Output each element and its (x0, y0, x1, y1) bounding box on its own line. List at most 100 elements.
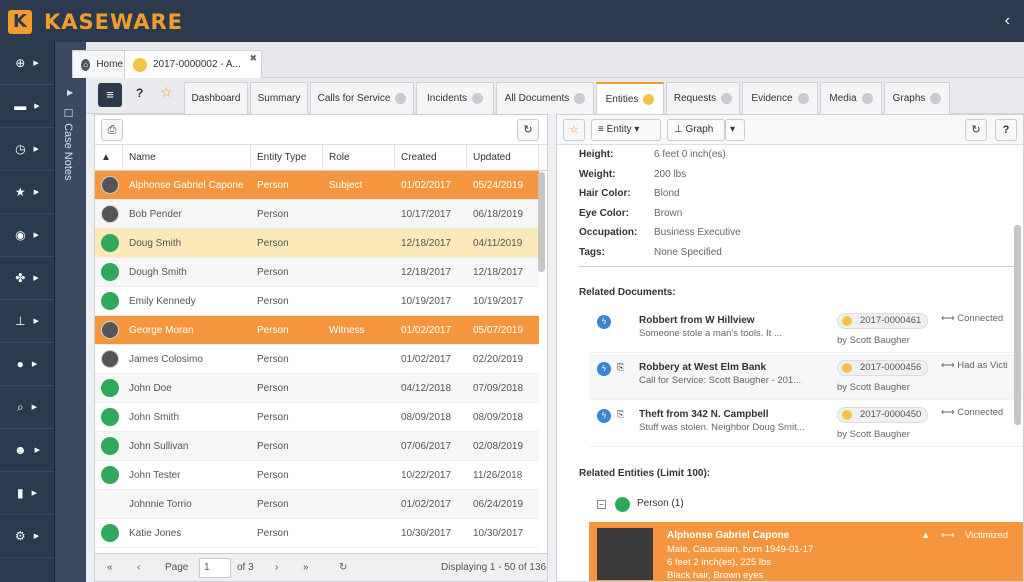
refresh-button[interactable]: ↻ (965, 119, 987, 141)
nav-map[interactable]: ● ▶ (0, 343, 54, 386)
first-page-icon[interactable]: « (107, 562, 113, 573)
scrollbar[interactable] (1014, 225, 1021, 425)
page-input[interactable]: 1 (199, 558, 231, 578)
refresh-icon[interactable]: ↻ (339, 562, 347, 573)
nav-feeds[interactable]: ◉ ▶ (0, 214, 54, 257)
print-button[interactable]: ⎙ (101, 119, 123, 141)
table-row[interactable]: George Moran Person Witness 01/02/2017 05/07… (95, 316, 539, 345)
tab-media[interactable]: Media (820, 82, 882, 114)
cell-name: George Moran (129, 325, 194, 336)
table-row[interactable]: James Colosimo Person 01/02/2017 02/20/2019 (95, 345, 539, 374)
case-notes-panel[interactable]: ▶ ☐ Case Notes (54, 42, 86, 582)
table-row[interactable]: Bob Pender Person 10/17/2017 06/18/2019 (95, 200, 539, 229)
entity-dropdown[interactable]: ≡ Entity ▾ (591, 119, 661, 141)
tab-requests[interactable]: Requests (666, 82, 740, 114)
menu-button[interactable]: ≡ (98, 83, 122, 107)
tab-calls-for-service[interactable]: Calls for Service (310, 82, 414, 114)
graph-dropdown[interactable]: ▾ (725, 119, 745, 141)
col-created[interactable]: Created (395, 145, 467, 171)
next-page-icon[interactable]: › (275, 562, 278, 573)
cell-role: Witness (329, 325, 365, 336)
tab-all-documents[interactable]: All Documents (496, 82, 594, 114)
nav-plus[interactable]: ⊕ ▶ (0, 42, 54, 85)
table-row[interactable]: Johnnie Torrio Person 01/02/2017 06/24/2019 (95, 490, 539, 519)
col-role[interactable]: Role (323, 145, 395, 171)
cell-type: Person (257, 296, 289, 307)
related-document[interactable]: ϟ ⎘ Theft from 342 N. Campbell Stuff was st… (589, 401, 1023, 447)
tab-summary[interactable]: Summary (250, 82, 308, 114)
tab-entities[interactable]: Entities (596, 82, 664, 114)
nav-cases[interactable]: ▬ ▶ (0, 85, 54, 128)
cell-updated: 04/11/2019 (473, 238, 523, 249)
col-name[interactable]: Name (123, 145, 251, 171)
doc-title[interactable]: Robbert from W Hillview (639, 315, 755, 326)
table-row[interactable]: Katie Jones Person 10/30/2017 10/30/2017 (95, 519, 539, 548)
doc-title[interactable]: Theft from 342 N. Campbell (639, 409, 768, 420)
nav-users[interactable]: ☻ ▶ (0, 429, 54, 472)
table-row[interactable]: Doug Smith Person 12/18/2017 04/11/2019 (95, 229, 539, 258)
tab-label: Summary (257, 93, 301, 104)
col-updated[interactable]: Updated (467, 145, 539, 171)
tab-evidence[interactable]: Evidence (742, 82, 818, 114)
tab-graphs[interactable]: Graphs (884, 82, 950, 114)
count-badge (797, 93, 809, 104)
cell-role: Subject (329, 180, 363, 191)
help-icon[interactable]: ? (136, 86, 143, 100)
nav-reports[interactable]: ▮ ▶ (0, 472, 54, 515)
prev-page-icon[interactable]: ‹ (137, 562, 140, 573)
collapse-group-icon[interactable]: − (597, 500, 606, 509)
table-row[interactable]: Alphonse Gabriel Capone Person Subject 01/0… (95, 171, 539, 200)
doc-number-badge[interactable]: 2017-0000450 (837, 407, 929, 423)
table-row[interactable]: John Smith Person 08/09/2018 08/09/2018 (95, 403, 539, 432)
cell-created: 08/09/2018 (401, 412, 452, 423)
globe-icon: ● (16, 357, 24, 371)
doc-title[interactable]: Robbery at West Elm Bank (639, 362, 766, 373)
table-row[interactable]: John Tester Person 10/22/2017 11/26/2018 (95, 461, 539, 490)
nav-favorites[interactable]: ★ ▶ (0, 171, 54, 214)
print-icon: ⎙ (107, 124, 117, 136)
podcast-icon: ◉ (15, 228, 26, 242)
caret-right-icon: ▶ (34, 447, 41, 454)
table-row[interactable]: John Sullivan Person 07/06/2017 02/08/2019 (95, 432, 539, 461)
table-row[interactable]: Dough Smith Person 12/18/2017 12/18/2017 (95, 258, 539, 287)
nav-entities[interactable]: ✤ ▶ (0, 257, 54, 300)
doc-number-badge[interactable]: 2017-0000461 (837, 313, 929, 329)
caret-right-icon: ▶ (33, 318, 39, 325)
tab-home[interactable]: ⌂ Home (72, 50, 132, 78)
graph-button[interactable]: ⊥ Graph (667, 119, 725, 141)
nav-settings[interactable]: ⚙ ▶ (0, 515, 54, 558)
tab-dashboard[interactable]: Dashboard (184, 82, 248, 114)
cell-name: John Sullivan (129, 441, 189, 452)
refresh-button[interactable]: ↻ (517, 119, 539, 141)
cell-name: Dough Smith (129, 267, 187, 278)
star-button[interactable]: ☆ (563, 119, 585, 141)
nav-history[interactable]: ◷ ▶ (0, 128, 54, 171)
count-badge (472, 93, 484, 104)
tab-case[interactable]: 2017-0000002 - A... ✖ (124, 50, 262, 78)
doc-number-badge[interactable]: 2017-0000456 (837, 360, 929, 376)
avatar (101, 437, 119, 455)
tab-home-label: Home (96, 59, 123, 70)
nav-org[interactable]: ⊥ ▶ (0, 300, 54, 343)
cogs-icon: ⚙ (14, 529, 26, 543)
col-entity-type[interactable]: Entity Type (251, 145, 323, 171)
close-icon[interactable]: ✖ (249, 53, 257, 64)
kaseware-logo-icon: K (8, 10, 32, 34)
cell-updated: 05/24/2019 (473, 180, 524, 191)
related-document[interactable]: ϟ ⎘ Robbery at West Elm Bank Call for Servi… (589, 354, 1023, 400)
scrollbar[interactable] (538, 172, 545, 272)
person-column-icon[interactable]: ▲ (95, 145, 123, 171)
related-documents-title: Related Documents: (579, 287, 676, 298)
cell-type: Person (257, 238, 289, 249)
nav-search[interactable]: ⌕ ▶ (0, 386, 54, 429)
related-document[interactable]: ϟ Robbert from W Hillview Someone stole a … (589, 307, 1023, 353)
last-page-icon[interactable]: » (303, 562, 309, 573)
help-button[interactable]: ? (995, 119, 1017, 141)
favorite-star-icon[interactable]: ☆ (160, 84, 173, 101)
table-row[interactable]: John Doe Person 04/12/2018 07/09/2018 (95, 374, 539, 403)
table-row[interactable]: Emily Kennedy Person 10/19/2017 10/19/2017 (95, 287, 539, 316)
related-entity-card[interactable]: Alphonse Gabriel Capone Male, Caucasian,… (589, 522, 1023, 581)
tab-incidents[interactable]: Incidents (416, 82, 494, 114)
cell-type: Person (257, 470, 289, 481)
collapse-icon[interactable]: ‹ (1005, 12, 1010, 30)
